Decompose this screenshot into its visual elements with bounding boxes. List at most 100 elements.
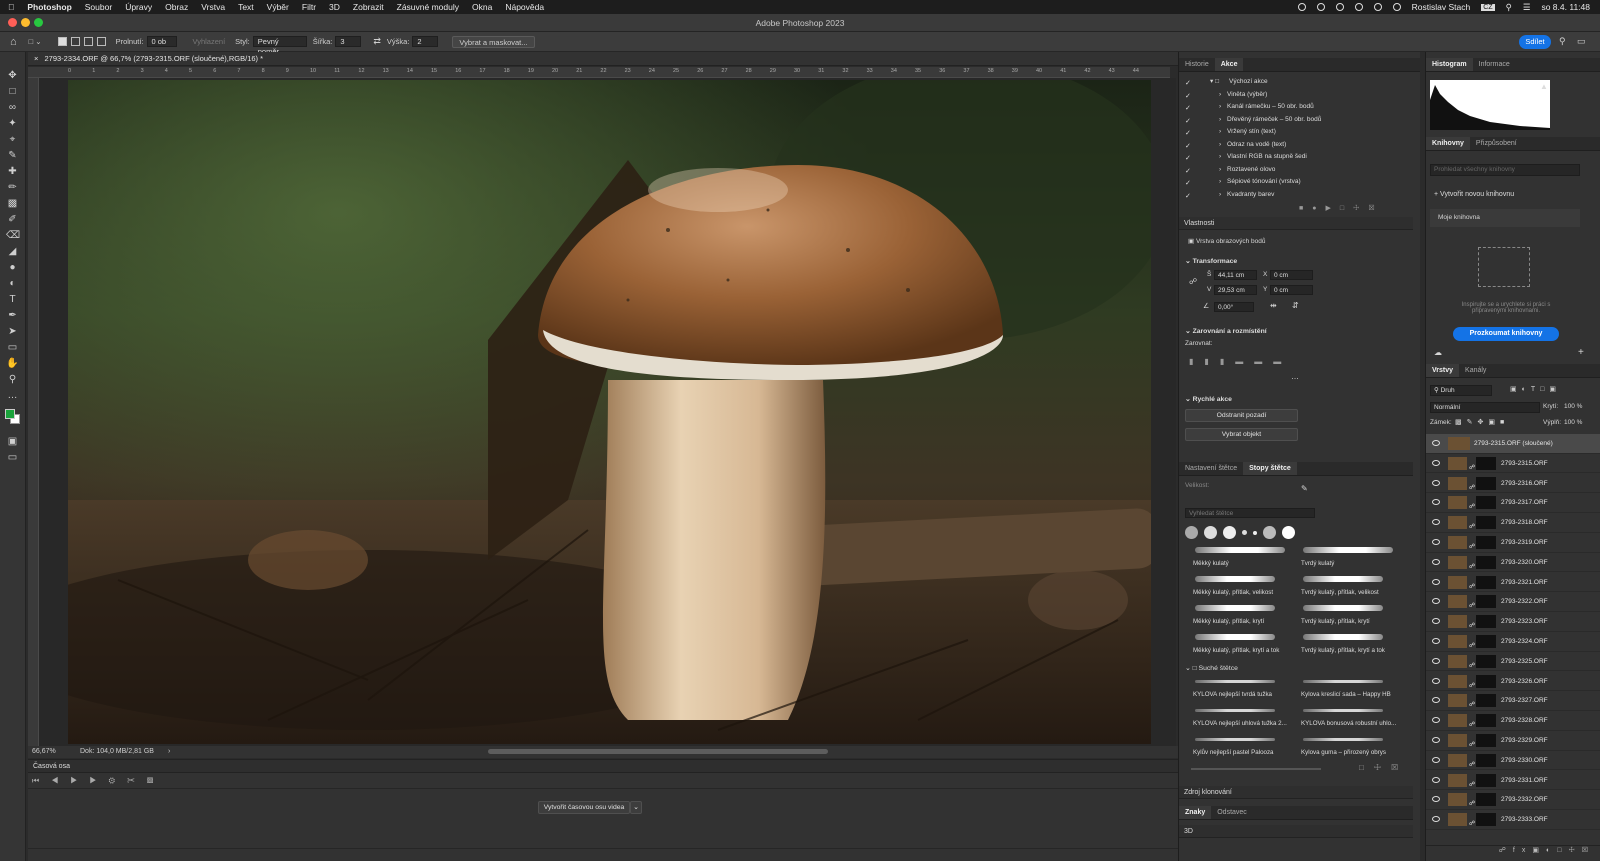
new-group-icon[interactable]: □ [1359, 763, 1374, 772]
zoom-tool-icon[interactable]: ⚲ [6, 374, 19, 385]
new-brush-icon[interactable]: ☩ [1374, 763, 1391, 772]
explore-libraries-button[interactable]: Prozkoumat knihovny [1453, 327, 1559, 341]
tab-info[interactable]: Informace [1473, 58, 1516, 71]
doc-info[interactable]: Dok: 104,0 MB/2,81 GB [80, 746, 154, 758]
tab-paragraph[interactable]: Odstavec [1211, 806, 1253, 819]
foreground-color-swatch[interactable] [5, 409, 15, 419]
transition-icon[interactable]: ▩ [147, 776, 165, 785]
action-item[interactable]: ✓ › Viněta (výběr) [1179, 89, 1413, 102]
cloud-icon[interactable]: ☁ [1434, 348, 1442, 357]
vertical-ruler[interactable] [28, 78, 39, 746]
minimize-window-button[interactable] [21, 18, 30, 27]
eraser-tool-icon[interactable]: ⌫ [6, 230, 20, 241]
status-arrow-icon[interactable]: › [168, 746, 170, 758]
delete-brush-icon[interactable]: ☒ [1391, 763, 1408, 772]
status-icon[interactable] [1316, 3, 1325, 11]
width-input[interactable]: 3 [335, 36, 362, 47]
delete-icon[interactable]: ☒ [1368, 205, 1383, 212]
action-item[interactable]: ✓ › Odraz na vodě (text) [1179, 139, 1413, 152]
fx-icon[interactable]: fx [1513, 847, 1532, 854]
brush-preset[interactable]: Kylova kreslicí sada – Happy HB [1299, 677, 1405, 705]
flip-horizontal-icon[interactable]: ⇹ [1270, 301, 1277, 310]
marquee-tool-preset[interactable]: □ ⌄ [29, 37, 42, 46]
zoom-window-button[interactable] [34, 18, 43, 27]
intersect-selection-icon[interactable] [96, 37, 106, 46]
layer-mask-thumbnail[interactable] [1476, 476, 1496, 490]
recent-brush[interactable] [1185, 526, 1198, 539]
visibility-eye-icon[interactable] [1432, 756, 1440, 763]
visibility-eye-icon[interactable] [1432, 697, 1440, 704]
apple-icon[interactable]:  [8, 2, 14, 12]
menu-item[interactable]: Úpravy [125, 2, 152, 12]
expand-icon[interactable]: › [1219, 189, 1221, 202]
layer-mask-thumbnail[interactable] [1476, 516, 1496, 530]
close-window-button[interactable] [8, 18, 17, 27]
tab-layers[interactable]: Vrstvy [1426, 364, 1460, 377]
brush-preset[interactable]: Kylův nejlepší pastel Palooza [1191, 735, 1297, 763]
layer-row[interactable]: ☍ 2793-2320.ORF [1426, 553, 1600, 573]
recent-brush[interactable] [1242, 530, 1247, 535]
visibility-eye-icon[interactable] [1432, 677, 1440, 684]
control-center-icon[interactable]: ☰ [1523, 2, 1531, 13]
volume-icon[interactable] [1392, 3, 1401, 11]
layer-row[interactable]: ☍ 2793-2331.ORF [1426, 771, 1600, 791]
timeline-mode-dropdown[interactable]: ⌄ [630, 801, 642, 814]
visibility-eye-icon[interactable] [1432, 657, 1440, 664]
menu-item[interactable]: Vrstva [201, 2, 225, 12]
layer-mask-thumbnail[interactable] [1476, 635, 1496, 648]
menu-item[interactable]: Soubor [85, 2, 112, 12]
layer-mask-thumbnail[interactable] [1476, 793, 1496, 807]
quick-selection-tool-icon[interactable]: ✦ [6, 118, 19, 129]
horizontal-ruler[interactable]: 0 1 2 3 4 5 6 7 8 9 10 11 12 13 14 15 16 17 18 19 20 21 22 23 24… [28, 67, 1170, 78]
visibility-eye-icon[interactable] [1432, 776, 1440, 783]
lasso-tool-icon[interactable]: ∞ [6, 102, 19, 113]
expand-icon[interactable]: › [1219, 176, 1221, 189]
new-group-icon[interactable]: □ [1557, 847, 1568, 854]
height-input[interactable]: 29,53 cm [1214, 285, 1257, 295]
swap-icon[interactable]: ⇄ [373, 36, 381, 47]
layer-mask-thumbnail[interactable] [1476, 773, 1496, 787]
wifi-icon[interactable] [1373, 3, 1382, 11]
smart-filter-icon[interactable]: ▣ [1549, 386, 1561, 393]
zoom-level[interactable]: 66,67% [32, 746, 56, 758]
brush-preset[interactable]: KYLOVA nejlepší uhlová tužka 2... [1191, 706, 1297, 734]
user-name[interactable]: Rostislav Stach [1412, 2, 1471, 12]
layer-row[interactable]: ☍ 2793-2321.ORF [1426, 573, 1600, 593]
more-tools-icon[interactable]: … [6, 390, 19, 401]
y-input[interactable]: 0 cm [1270, 285, 1313, 295]
layer-mask-thumbnail[interactable] [1476, 753, 1496, 767]
layer-row[interactable]: ☍ 2793-2327.ORF [1426, 691, 1600, 711]
layer-row[interactable]: ☍ 2793-2318.ORF [1426, 513, 1600, 533]
prev-frame-icon[interactable]: ◀ [51, 776, 70, 785]
layer-row[interactable]: ☍ 2793-2333.ORF [1426, 810, 1600, 830]
dry-brushes-group[interactable]: ⌄ □ Suché štětce [1185, 664, 1238, 672]
layer-row[interactable]: ☍ 2793-2315.ORF [1426, 454, 1600, 474]
align-center-icon[interactable]: ▮ [1204, 357, 1219, 366]
align-middle-icon[interactable]: ▬ [1254, 357, 1273, 366]
expand-icon[interactable]: › [1219, 164, 1221, 177]
layer-mask-thumbnail[interactable] [1476, 734, 1496, 747]
layer-mask-thumbnail[interactable] [1476, 555, 1496, 569]
clone-stamp-tool-icon[interactable]: ▩ [6, 198, 19, 209]
tab-histogram[interactable]: Histogram [1426, 58, 1473, 71]
add-mask-icon[interactable]: ▣ [1532, 847, 1546, 854]
horizontal-scrollbar[interactable] [488, 749, 828, 754]
type-filter-icon[interactable]: T [1531, 386, 1540, 393]
workspace-icon[interactable]: ▭ [1577, 36, 1586, 47]
visibility-eye-icon[interactable] [1432, 578, 1440, 585]
document-tab[interactable]: × 2793-2334.ORF @ 66,7% (2793-2315.ORF (… [28, 52, 1178, 66]
recent-brush[interactable] [1253, 530, 1257, 535]
canvas-area[interactable] [39, 78, 1176, 746]
style-select[interactable]: Pevný poměr [252, 36, 307, 56]
layer-filter-select[interactable]: ⚲ Druh [1430, 385, 1492, 396]
visibility-eye-icon[interactable] [1432, 598, 1440, 605]
quick-mask-icon[interactable]: ▣ [6, 436, 19, 447]
layer-mask-thumbnail[interactable] [1476, 615, 1496, 629]
new-action-icon[interactable]: ☩ [1353, 205, 1368, 212]
delete-layer-icon[interactable]: ☒ [1582, 847, 1595, 854]
layer-row[interactable]: ☍ 2793-2328.ORF [1426, 711, 1600, 731]
antialias-checkbox[interactable]: Vyhlazení [193, 37, 226, 46]
visibility-eye-icon[interactable] [1432, 558, 1440, 565]
3d-header[interactable]: 3D [1179, 825, 1413, 838]
new-set-icon[interactable]: □ [1340, 205, 1353, 212]
